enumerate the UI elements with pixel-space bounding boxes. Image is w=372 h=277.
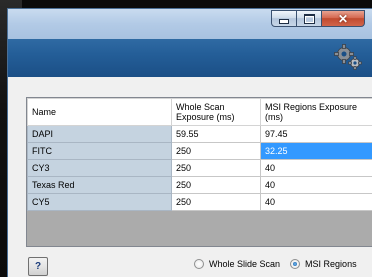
row-name-cell[interactable]: Texas Red: [28, 177, 172, 194]
gears-icon[interactable]: [333, 43, 363, 71]
maximize-icon: [304, 14, 315, 24]
msi-exposure-cell[interactable]: 97.45: [261, 126, 372, 143]
msi-regions-radio[interactable]: [290, 259, 300, 269]
whole-scan-exposure-cell[interactable]: 250: [172, 143, 261, 160]
msi-exposure-cell[interactable]: 40: [261, 194, 372, 211]
mode-radio-group: Whole Slide Scan MSI Regions: [194, 259, 367, 269]
column-header-whole-scan[interactable]: Whole ScanExposure (ms): [172, 99, 261, 126]
caption-buttons: ✕: [272, 10, 365, 27]
minimize-icon: [279, 19, 289, 24]
header-banner: [8, 39, 372, 77]
header-row: Name Whole ScanExposure (ms) MSI Regions…: [28, 99, 372, 126]
help-button[interactable]: ?: [28, 257, 48, 276]
whole-scan-exposure-cell[interactable]: 250: [172, 194, 261, 211]
dialog-window: ✕: [7, 8, 372, 277]
close-icon: ✕: [338, 13, 348, 25]
msi-regions-label: MSI Regions: [305, 259, 357, 269]
table-row[interactable]: Texas Red 250 40: [28, 177, 372, 194]
column-header-name[interactable]: Name: [28, 99, 172, 126]
dialog-content: Name Whole ScanExposure (ms) MSI Regions…: [8, 77, 372, 277]
table-row[interactable]: FITC 250 32.25: [28, 143, 372, 160]
whole-slide-scan-option[interactable]: Whole Slide Scan: [194, 259, 280, 269]
row-name-cell[interactable]: CY5: [28, 194, 172, 211]
msi-regions-option[interactable]: MSI Regions: [290, 259, 357, 269]
column-header-msi[interactable]: MSI Regions Exposure(ms): [261, 99, 372, 126]
title-bar: ✕: [8, 9, 372, 39]
whole-scan-exposure-cell[interactable]: 250: [172, 177, 261, 194]
row-name-cell[interactable]: FITC: [28, 143, 172, 160]
table-row[interactable]: DAPI 59.55 97.45: [28, 126, 372, 143]
whole-scan-exposure-cell[interactable]: 250: [172, 160, 261, 177]
row-name-cell[interactable]: DAPI: [28, 126, 172, 143]
exposure-grid[interactable]: Name Whole ScanExposure (ms) MSI Regions…: [26, 97, 372, 247]
close-button[interactable]: ✕: [321, 10, 365, 27]
msi-exposure-cell-selected[interactable]: 32.25: [261, 143, 372, 160]
row-name-cell[interactable]: CY3: [28, 160, 172, 177]
exposure-table: Name Whole ScanExposure (ms) MSI Regions…: [27, 98, 372, 211]
help-icon: ?: [35, 261, 41, 272]
minimize-button[interactable]: [271, 10, 297, 27]
msi-exposure-cell[interactable]: 40: [261, 160, 372, 177]
whole-slide-scan-radio[interactable]: [194, 259, 204, 269]
table-row[interactable]: CY5 250 40: [28, 194, 372, 211]
table-row[interactable]: CY3 250 40: [28, 160, 372, 177]
msi-exposure-cell[interactable]: 40: [261, 177, 372, 194]
whole-scan-exposure-cell[interactable]: 59.55: [172, 126, 261, 143]
maximize-button[interactable]: [296, 10, 322, 27]
whole-slide-scan-label: Whole Slide Scan: [209, 259, 280, 269]
